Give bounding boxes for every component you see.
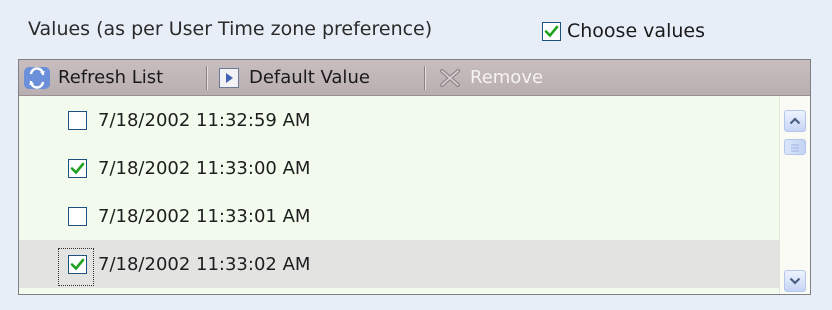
value-label: 7/18/2002 11:33:02 AM <box>98 253 311 275</box>
checkbox-checked-icon[interactable] <box>68 158 87 178</box>
list-item[interactable]: 7/18/2002 11:33:00 AM <box>19 144 781 192</box>
checkbox-checked-icon[interactable] <box>68 254 87 274</box>
checkbox-unchecked-icon[interactable] <box>68 206 87 226</box>
toolbar-separator <box>206 66 207 90</box>
default-value-label: Default Value <box>249 67 370 88</box>
vertical-scrollbar[interactable] <box>779 96 810 294</box>
toolbar-separator <box>424 66 425 90</box>
scroll-thumb[interactable] <box>784 139 806 155</box>
play-icon <box>219 67 239 88</box>
scroll-down-button[interactable] <box>784 270 806 292</box>
values-header-label: Values (as per User Time zone preference… <box>28 18 433 40</box>
grip-icon <box>791 144 799 152</box>
list-item[interactable]: 7/18/2002 11:32:59 AM <box>19 96 781 144</box>
refresh-list-button[interactable]: Refresh List <box>23 60 163 95</box>
remove-label: Remove <box>470 67 544 88</box>
choose-values-checkbox[interactable]: Choose values <box>542 20 705 42</box>
remove-x-icon <box>440 68 460 87</box>
chevron-up-icon <box>789 117 801 125</box>
value-label: 7/18/2002 11:33:00 AM <box>98 157 311 179</box>
refresh-icon <box>24 66 50 89</box>
value-label: 7/18/2002 11:32:59 AM <box>98 109 311 131</box>
value-label: 7/18/2002 11:33:01 AM <box>98 205 311 227</box>
default-value-button[interactable]: Default Value <box>219 60 370 95</box>
choose-values-label: Choose values <box>567 20 705 42</box>
values-toolbar: Refresh List Default Value Remove <box>19 60 810 96</box>
remove-button[interactable]: Remove <box>438 60 543 95</box>
values-list: 7/18/2002 11:32:59 AM 7/18/2002 11:33:00… <box>19 96 781 294</box>
chevron-down-icon <box>789 277 801 285</box>
checkbox-unchecked-icon[interactable] <box>68 110 87 130</box>
list-item[interactable]: 7/18/2002 11:33:01 AM <box>19 192 781 240</box>
refresh-list-label: Refresh List <box>58 67 164 88</box>
values-panel: Refresh List Default Value Remove 7/18/2… <box>18 59 811 295</box>
scroll-up-button[interactable] <box>784 110 806 132</box>
list-item-selected[interactable]: 7/18/2002 11:33:02 AM <box>19 240 781 288</box>
checkbox-checked-icon[interactable] <box>542 21 561 41</box>
